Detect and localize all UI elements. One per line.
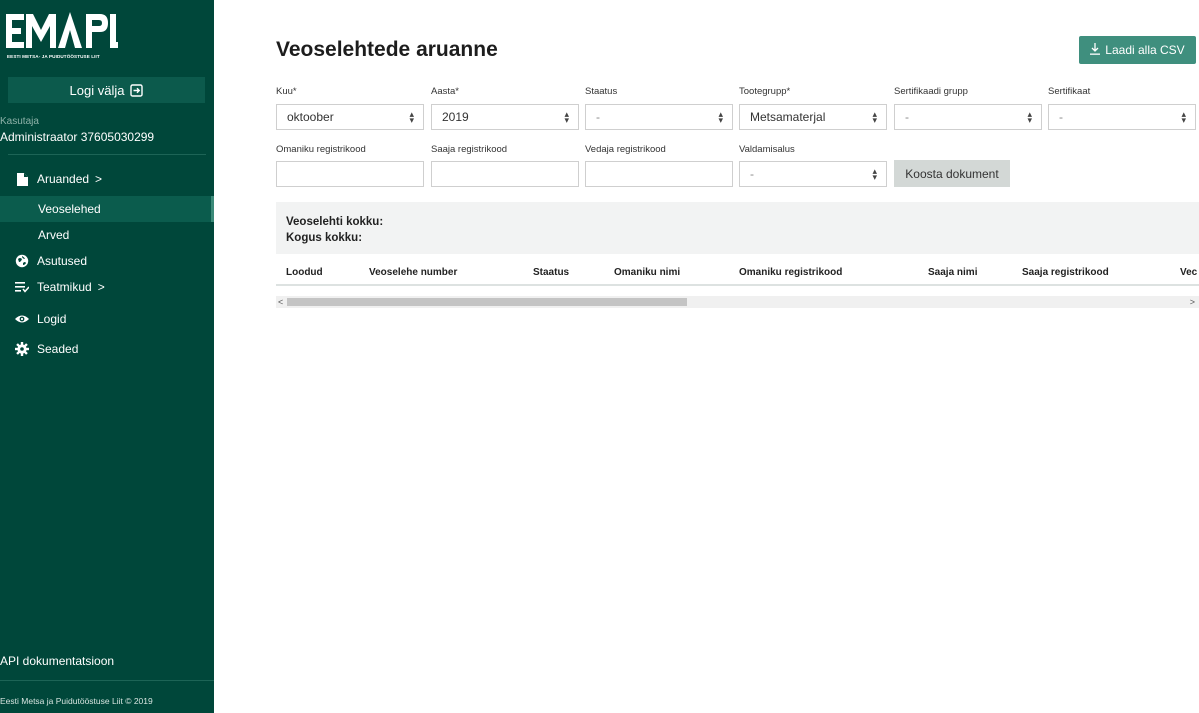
sidebar-item-logid[interactable]: Logid xyxy=(0,306,214,332)
select-caret-icon: ▴ ▾ xyxy=(872,109,877,125)
list-icon xyxy=(15,280,29,294)
month-label: Kuu* xyxy=(276,86,297,97)
select-caret-icon: ▴ ▾ xyxy=(1027,109,1032,125)
emapl-logo[interactable]: EESTI METSA- JA PUIDUTÖÖSTUSE LIIT xyxy=(6,6,214,64)
total-sheets-label: Veoselehti kokku: xyxy=(286,216,384,228)
app-window: EESTI METSA- JA PUIDUTÖÖSTUSE LIIT Logi … xyxy=(0,0,1199,713)
logo-graphic xyxy=(6,12,118,48)
sidebar-divider xyxy=(8,154,206,155)
scroll-right-icon[interactable]: > xyxy=(1190,296,1195,308)
logout-icon xyxy=(130,83,144,97)
sidebar-footer-divider xyxy=(0,680,214,681)
receiver-regcode-input[interactable] xyxy=(431,161,579,187)
ownership-basis-value: - xyxy=(750,167,754,181)
logout-label: Logi välja xyxy=(69,82,125,98)
logo-caption: EESTI METSA- JA PUIDUTÖÖSTUSE LIIT xyxy=(7,54,100,59)
status-select[interactable]: - ▴ ▾ xyxy=(585,104,733,130)
api-documentation-link[interactable]: API dokumentatsioon xyxy=(0,654,114,668)
scroll-left-icon[interactable]: < xyxy=(278,296,283,308)
sidebar-item-teatmikud[interactable]: Teatmikud > xyxy=(0,274,214,300)
year-select[interactable]: 2019 ▴ ▾ xyxy=(431,104,579,130)
column-header-sheet-number[interactable]: Veoselehe number xyxy=(369,267,457,278)
year-value: 2019 xyxy=(442,110,469,124)
owner-regcode-label: Omaniku registrikood xyxy=(276,144,366,155)
main-content: Veoselehtede aruanne Laadi alla CSV Kuu*… xyxy=(214,0,1199,713)
column-header-carrier[interactable]: Vec xyxy=(1180,267,1197,278)
sidebar-item-label: Asutused xyxy=(37,254,88,268)
sidebar-footer: Eesti Metsa ja Puidutööstuse Liit © 2019 xyxy=(0,696,153,706)
total-amount-label: Kogus kokku: xyxy=(286,232,363,244)
column-header-status[interactable]: Staatus xyxy=(533,267,569,278)
select-caret-icon: ▴ ▾ xyxy=(872,166,877,182)
sidebar-item-label: Veoselehed xyxy=(38,202,101,216)
certificate-group-label: Sertifikaadi grupp xyxy=(894,86,968,97)
certificate-label: Sertifikaat xyxy=(1048,86,1091,97)
sidebar-item-seaded[interactable]: Seaded xyxy=(0,336,214,362)
ownership-basis-select[interactable]: - ▴ ▾ xyxy=(739,161,887,187)
month-select[interactable]: oktoober ▴ ▾ xyxy=(276,104,424,130)
owner-regcode-input[interactable] xyxy=(276,161,424,187)
certificate-group-select[interactable]: - ▴ ▾ xyxy=(894,104,1042,130)
status-value: - xyxy=(596,110,600,124)
chevron-right-icon: > xyxy=(97,280,105,294)
certificate-group-value: - xyxy=(905,110,909,124)
download-csv-label: Laadi alla CSV xyxy=(1105,43,1185,57)
scrollbar-thumb[interactable] xyxy=(287,298,687,306)
download-csv-button[interactable]: Laadi alla CSV xyxy=(1079,36,1196,64)
certificate-select[interactable]: - ▴ ▾ xyxy=(1048,104,1196,130)
month-value: oktoober xyxy=(287,110,334,124)
column-header-created[interactable]: Loodud xyxy=(286,267,323,278)
sidebar-item-label: Teatmikud xyxy=(37,280,92,294)
select-caret-icon: ▴ ▾ xyxy=(718,109,723,125)
compose-document-button[interactable]: Koosta dokument xyxy=(894,160,1010,187)
eye-icon xyxy=(15,312,29,326)
user-label: Kasutaja xyxy=(0,116,39,127)
gear-icon xyxy=(15,342,29,356)
column-header-receiver-name[interactable]: Saaja nimi xyxy=(928,267,977,278)
certificate-value: - xyxy=(1059,110,1063,124)
column-header-owner-name[interactable]: Omaniku nimi xyxy=(614,267,680,278)
year-label: Aasta* xyxy=(431,86,459,97)
sidebar-item-arved[interactable]: Arved xyxy=(0,222,214,248)
sidebar-item-aruanded[interactable]: Aruanded > xyxy=(0,166,214,192)
sidebar-item-label: Seaded xyxy=(37,342,79,356)
carrier-regcode-label: Vedaja registrikood xyxy=(585,144,666,155)
document-icon xyxy=(15,172,29,186)
product-group-label: Tootegrupp* xyxy=(739,86,791,97)
download-icon xyxy=(1090,42,1101,58)
sidebar-item-veoselehed[interactable]: Veoselehed xyxy=(0,196,214,222)
globe-icon xyxy=(15,254,29,268)
sidebar-item-label: Logid xyxy=(37,312,67,326)
column-header-receiver-regcode[interactable]: Saaja registrikood xyxy=(1022,267,1109,278)
table-horizontal-scrollbar[interactable]: < > xyxy=(276,296,1199,308)
sidebar-item-label: Aruanded xyxy=(37,172,90,186)
status-label: Staatus xyxy=(585,86,618,97)
summary-panel: Veoselehti kokku: Kogus kokku: xyxy=(276,202,1199,254)
carrier-regcode-input[interactable] xyxy=(585,161,733,187)
logout-button[interactable]: Logi välja xyxy=(8,77,205,103)
select-caret-icon: ▴ ▾ xyxy=(409,109,414,125)
product-group-value: Metsamaterjal xyxy=(750,110,826,124)
receiver-regcode-label: Saaja registrikood xyxy=(431,144,508,155)
sidebar: EESTI METSA- JA PUIDUTÖÖSTUSE LIIT Logi … xyxy=(0,0,214,713)
sidebar-item-label: Arved xyxy=(38,228,70,242)
select-caret-icon: ▴ ▾ xyxy=(1181,109,1186,125)
select-caret-icon: ▴ ▾ xyxy=(564,109,569,125)
table-header: Loodud Veoselehe number Staatus Omaniku … xyxy=(276,262,1199,286)
column-header-owner-regcode[interactable]: Omaniku registrikood xyxy=(739,267,842,278)
user-name: Administraator 37605030299 xyxy=(0,130,155,144)
product-group-select[interactable]: Metsamaterjal ▴ ▾ xyxy=(739,104,887,130)
ownership-basis-label: Valdamisalus xyxy=(739,144,795,155)
page-title: Veoselehtede aruanne xyxy=(276,38,498,61)
sidebar-item-asutused[interactable]: Asutused xyxy=(0,248,214,274)
chevron-right-icon: > xyxy=(95,172,103,186)
